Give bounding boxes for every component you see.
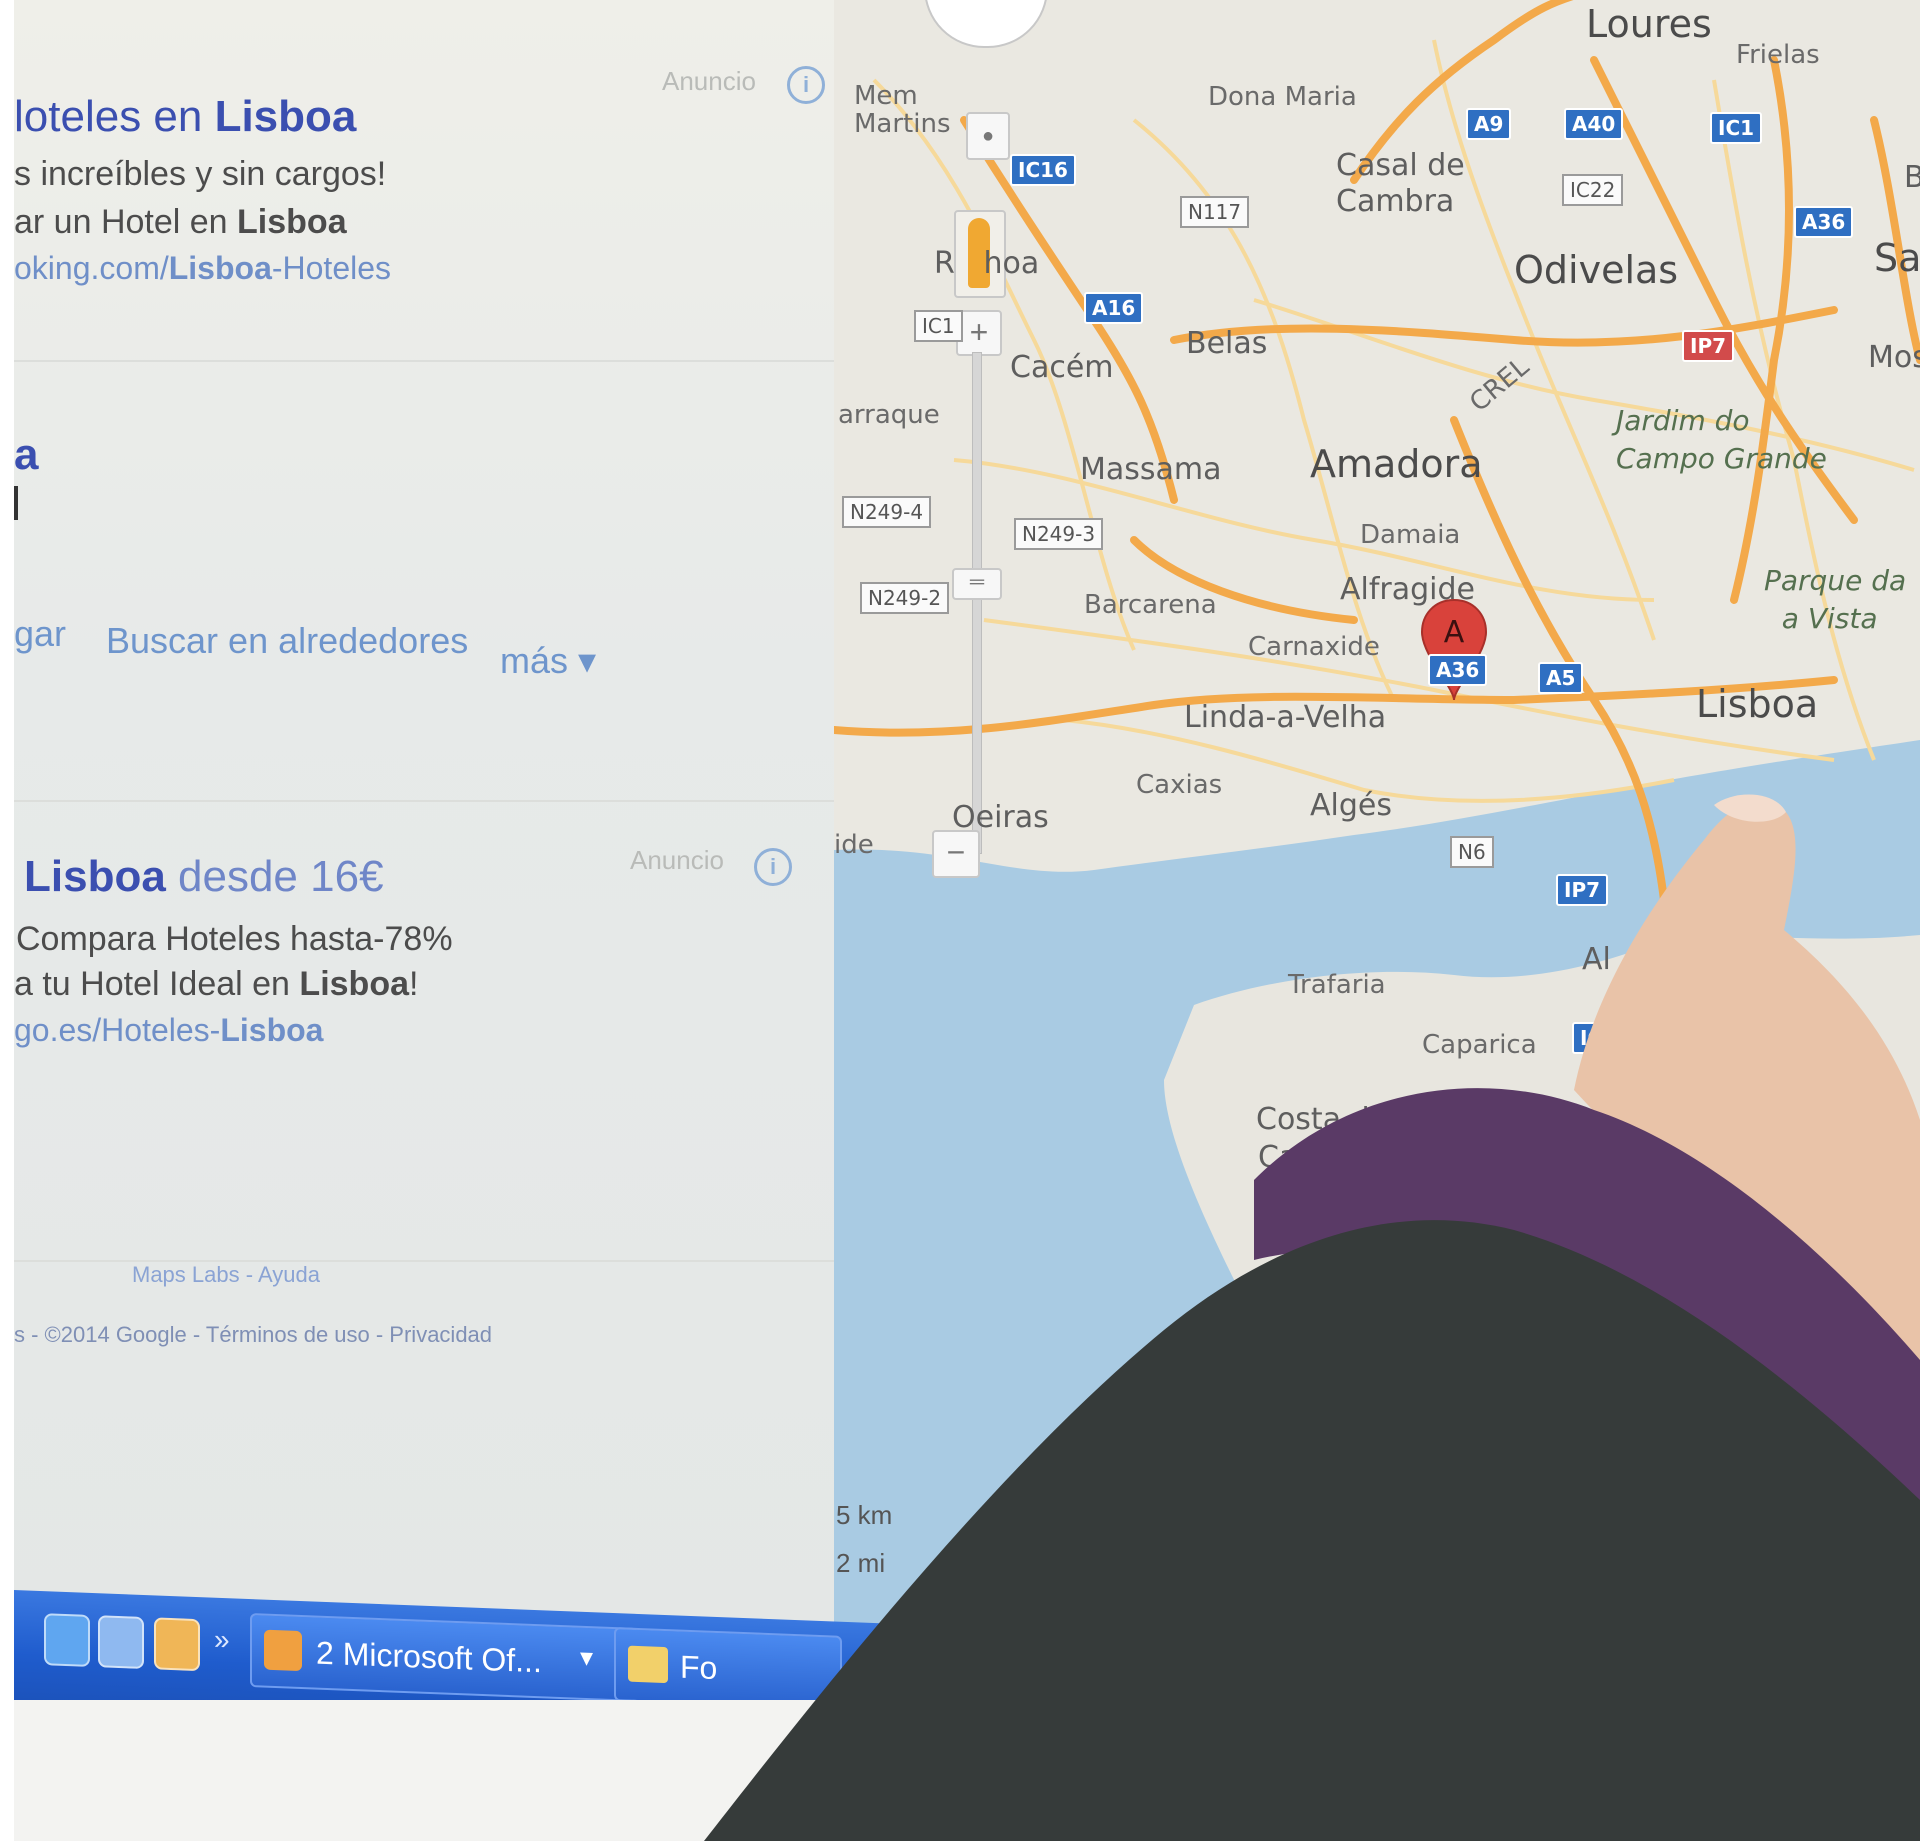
monitor-screen: loteles en Lisboa s increíbles y sin car… bbox=[14, 0, 1920, 1841]
person-arm-overlay bbox=[704, 794, 1920, 1841]
